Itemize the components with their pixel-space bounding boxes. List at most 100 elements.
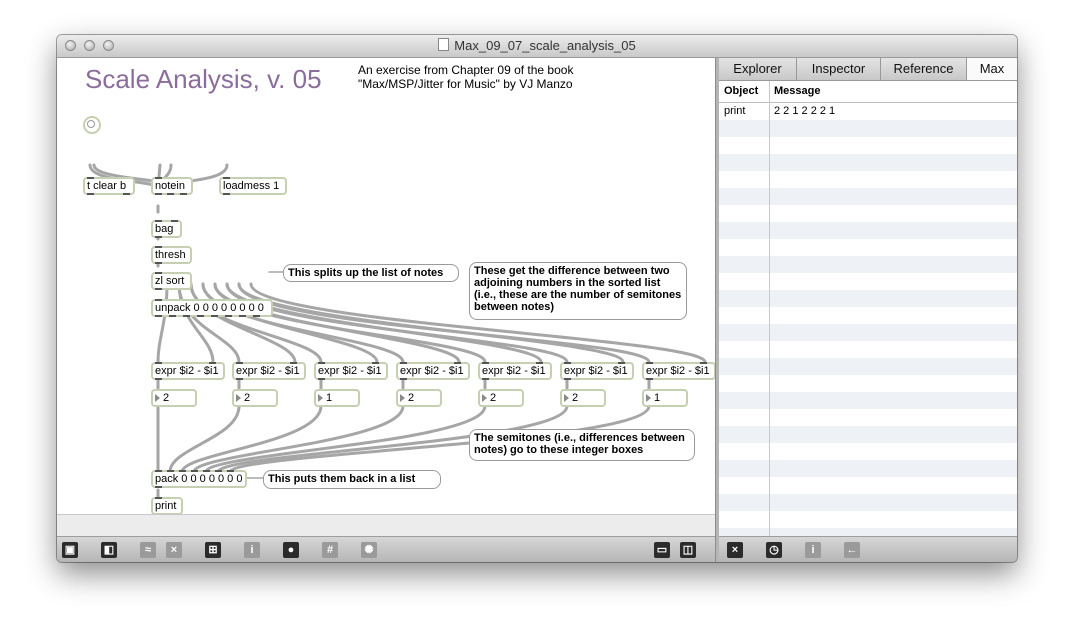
outlet[interactable] (155, 315, 162, 317)
column-message[interactable]: Message (774, 83, 820, 100)
inlet[interactable] (155, 497, 162, 499)
lock-icon[interactable]: ▣ (62, 542, 78, 558)
inlet[interactable] (155, 299, 162, 301)
outlet[interactable] (169, 315, 176, 317)
expr-object-7[interactable]: expr $i2 - $i1 (642, 362, 716, 380)
thresh-object[interactable]: thresh (151, 246, 192, 264)
inlet[interactable] (155, 470, 162, 472)
inlet-icon[interactable]: ● (283, 542, 299, 558)
inlet[interactable] (155, 220, 162, 222)
outlet[interactable] (318, 378, 325, 380)
bang-button[interactable] (83, 116, 101, 134)
debug-icon[interactable]: ✺ (361, 542, 377, 558)
inlet[interactable] (171, 220, 178, 222)
clear-icon[interactable]: × (166, 542, 182, 558)
expr-object-1[interactable]: expr $i2 - $i1 (151, 362, 225, 380)
info-icon[interactable]: i (805, 542, 821, 558)
outlet[interactable] (180, 193, 187, 195)
inlet[interactable] (155, 272, 162, 274)
inlet[interactable] (167, 470, 174, 472)
inlet[interactable] (536, 362, 543, 364)
outlet[interactable] (211, 315, 218, 317)
new-object-icon[interactable]: ⊞ (205, 542, 221, 558)
side-panel-icon[interactable]: ◫ (680, 542, 696, 558)
outlet[interactable] (155, 378, 162, 380)
bottom-panel-icon[interactable]: ▭ (654, 542, 670, 558)
inlet[interactable] (215, 470, 222, 472)
expr-object-6[interactable]: expr $i2 - $i1 (560, 362, 634, 380)
inlet[interactable] (564, 362, 571, 364)
inlet[interactable] (209, 362, 216, 364)
outlet[interactable] (155, 486, 162, 488)
inlet[interactable] (372, 362, 379, 364)
expr-object-3[interactable]: expr $i2 - $i1 (314, 362, 388, 380)
inlet[interactable] (227, 470, 234, 472)
inlet[interactable] (155, 362, 162, 364)
outlet[interactable] (155, 193, 162, 195)
outlet[interactable] (482, 378, 489, 380)
outlet[interactable] (236, 378, 243, 380)
number-box-2[interactable]: 2 (232, 389, 278, 407)
outlet[interactable] (155, 236, 162, 238)
inlet[interactable] (223, 177, 230, 179)
expr-object-5[interactable]: expr $i2 - $i1 (478, 362, 552, 380)
inlet[interactable] (318, 362, 325, 364)
number-box-4[interactable]: 2 (396, 389, 442, 407)
expr-object-2[interactable]: expr $i2 - $i1 (232, 362, 306, 380)
inlet[interactable] (646, 362, 653, 364)
tab-reference[interactable]: Reference (881, 58, 967, 80)
number-box-6[interactable]: 2 (560, 389, 606, 407)
inlet[interactable] (482, 362, 489, 364)
outlet[interactable] (400, 378, 407, 380)
loadmess-object[interactable]: loadmess 1 (219, 177, 287, 195)
number-box-1[interactable]: 2 (151, 389, 197, 407)
inlet[interactable] (179, 470, 186, 472)
patch-cord-icon[interactable]: ≈ (140, 542, 156, 558)
outlet[interactable] (123, 193, 130, 195)
clock-icon[interactable]: ◷ (766, 542, 782, 558)
inlet[interactable] (203, 470, 210, 472)
inlet[interactable] (236, 362, 243, 364)
expr-object-4[interactable]: expr $i2 - $i1 (396, 362, 470, 380)
inlet[interactable] (191, 470, 198, 472)
outlet[interactable] (253, 315, 260, 317)
outlet[interactable] (183, 315, 190, 317)
bag-object[interactable]: bag (151, 220, 182, 238)
t-clear-b-object[interactable]: t clear b (83, 177, 135, 195)
tab-inspector[interactable]: Inspector (797, 58, 881, 80)
outlet[interactable] (155, 262, 162, 264)
outlet[interactable] (646, 378, 653, 380)
grid-icon[interactable]: # (322, 542, 338, 558)
pack-object[interactable]: pack 0 0 0 0 0 0 0 (151, 470, 247, 488)
unpack-object[interactable]: unpack 0 0 0 0 0 0 0 0 (151, 299, 273, 317)
console-rows[interactable]: print 2 2 1 2 2 2 1 (719, 103, 1017, 536)
outlet[interactable] (155, 288, 162, 290)
outlet[interactable] (225, 315, 232, 317)
inlet[interactable] (155, 246, 162, 248)
number-box-5[interactable]: 2 (478, 389, 524, 407)
inlet[interactable] (290, 362, 297, 364)
outlet[interactable] (223, 193, 230, 195)
outlet[interactable] (167, 193, 174, 195)
clear-icon[interactable]: × (727, 542, 743, 558)
inlet[interactable] (155, 177, 162, 179)
patcher-canvas[interactable]: Scale Analysis, v. 05 An exercise from C… (57, 58, 716, 515)
zl-sort-object[interactable]: zl sort (151, 272, 192, 290)
number-box-7[interactable]: 1 (642, 389, 688, 407)
outlet[interactable] (197, 315, 204, 317)
tab-explorer[interactable]: Explorer (719, 58, 797, 80)
inlet[interactable] (618, 362, 625, 364)
inlet[interactable] (400, 362, 407, 364)
outlet[interactable] (239, 315, 246, 317)
notein-object[interactable]: notein (151, 177, 193, 195)
outlet[interactable] (564, 378, 571, 380)
presentation-icon[interactable]: ◧ (101, 542, 117, 558)
inlet[interactable] (454, 362, 461, 364)
back-arrow-icon[interactable]: ← (844, 542, 860, 558)
number-box-3[interactable]: 1 (314, 389, 360, 407)
inlet[interactable] (87, 177, 94, 179)
tab-max[interactable]: Max (967, 58, 1017, 80)
column-object[interactable]: Object (724, 83, 758, 100)
info-icon[interactable]: i (244, 542, 260, 558)
inlet[interactable] (700, 362, 707, 364)
